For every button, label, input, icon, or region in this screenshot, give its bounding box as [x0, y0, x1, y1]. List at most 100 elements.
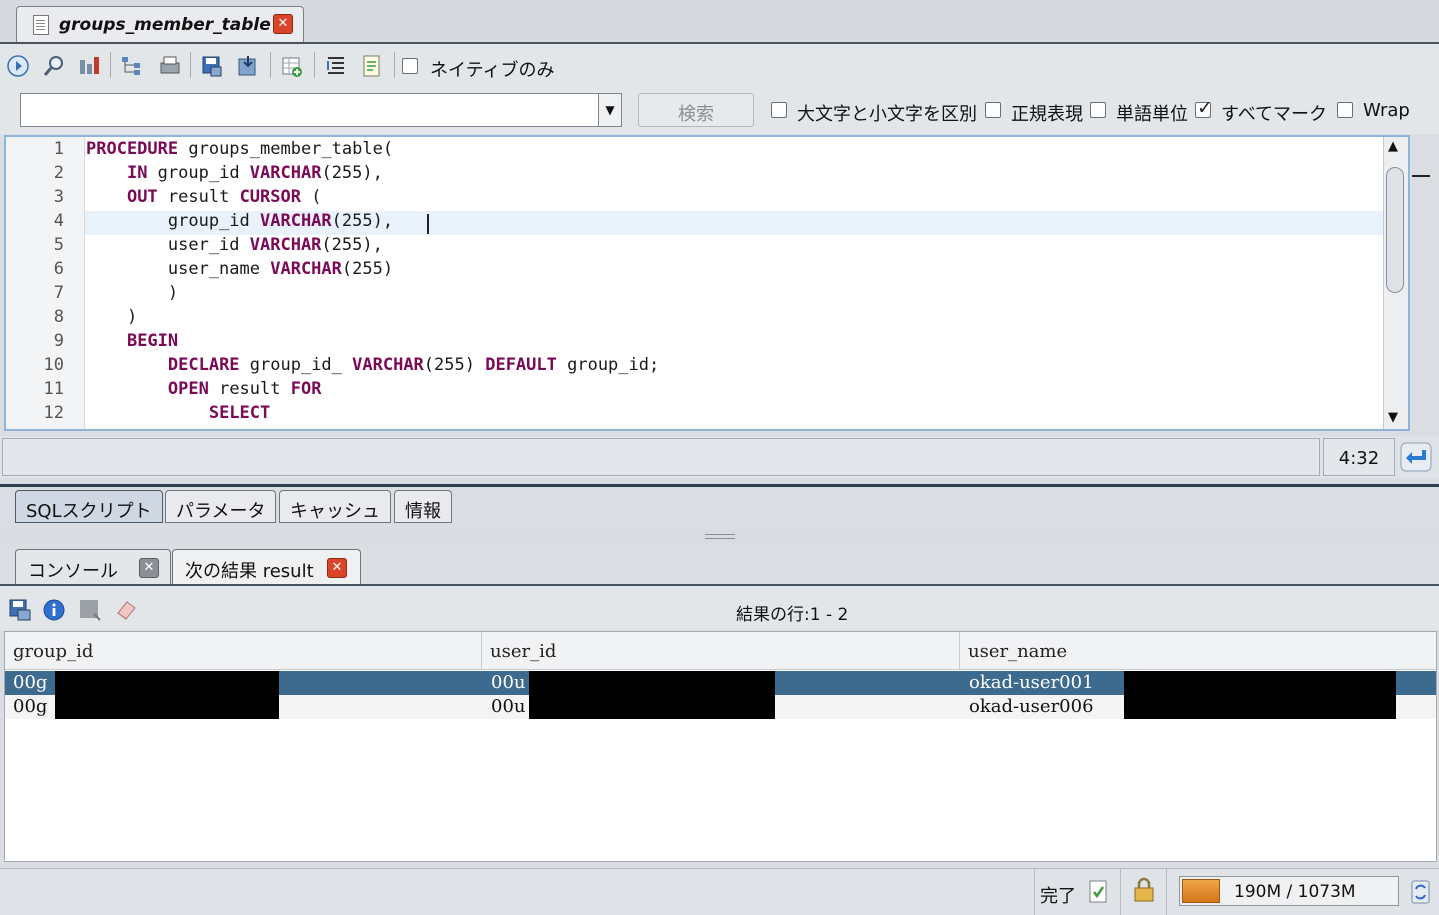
document-icon: [33, 15, 49, 35]
code-text: group_id: [86, 211, 260, 231]
filter-icon[interactable]: [78, 598, 102, 622]
line-number: 11: [43, 379, 64, 399]
table-cell[interactable]: 00g: [13, 696, 47, 717]
status-message-area: [2, 438, 1320, 476]
result-table[interactable]: group_id user_id user_name 00g 00u okad-…: [4, 631, 1437, 862]
tree-icon[interactable]: [120, 54, 144, 78]
sql-keyword: VARCHAR: [249, 163, 322, 183]
code-line[interactable]: OUT result CURSOR (: [86, 187, 322, 207]
table-cell[interactable]: 00u: [491, 672, 526, 693]
add-table-icon[interactable]: [280, 54, 304, 78]
whole-word-checkbox[interactable]: [1090, 102, 1106, 118]
export-icon[interactable]: [236, 54, 260, 78]
native-only-checkbox[interactable]: [402, 58, 418, 74]
code-line[interactable]: user_id VARCHAR(255),: [86, 235, 383, 255]
line-number: 6: [53, 259, 64, 279]
code-line[interactable]: user_name VARCHAR(255): [86, 259, 393, 279]
search-icon[interactable]: [42, 54, 66, 78]
run-icon[interactable]: [6, 54, 30, 78]
column-header[interactable]: user_id: [482, 632, 960, 670]
sql-keyword: IN: [126, 163, 148, 183]
tab-parameters[interactable]: パラメータ: [165, 490, 277, 523]
garbage-collect-icon[interactable]: [1410, 879, 1432, 905]
close-icon[interactable]: ✕: [327, 558, 347, 578]
table-cell[interactable]: okad-user001: [969, 672, 1094, 693]
code-text: result: [208, 379, 291, 399]
document-tab-strip: groups_member_table ✕: [0, 0, 1439, 44]
code-line[interactable]: OPEN result FOR: [86, 379, 322, 399]
vertical-scrollbar[interactable]: ▲ ▼: [1383, 137, 1408, 429]
document-check-icon: [1089, 880, 1107, 903]
sql-keyword: VARCHAR: [260, 211, 332, 231]
document-tab-label: groups_member_table: [59, 15, 271, 35]
memory-used-bar: [1182, 879, 1220, 903]
code-text: (: [300, 187, 322, 207]
wrap-checkbox[interactable]: [1337, 102, 1353, 118]
code-line[interactable]: ): [86, 307, 137, 327]
chevron-down-icon[interactable]: ▼: [598, 94, 621, 126]
tab-cache[interactable]: キャッシュ: [279, 490, 391, 523]
info-icon[interactable]: [42, 598, 66, 622]
tab-sql-script[interactable]: SQLスクリプト: [15, 490, 163, 523]
eraser-icon[interactable]: [114, 598, 138, 622]
line-number: 12: [43, 403, 64, 423]
document-tab[interactable]: groups_member_table ✕: [16, 6, 304, 42]
case-sensitive-checkbox[interactable]: [771, 102, 787, 118]
tab-console[interactable]: コンソール ✕: [15, 549, 171, 585]
mark-all-checkbox[interactable]: ✓: [1195, 97, 1213, 119]
scroll-up-icon[interactable]: ▲: [1388, 139, 1398, 154]
memory-indicator[interactable]: 190M / 1073M: [1179, 876, 1399, 906]
code-text: groups_member_table(: [178, 139, 394, 159]
lock-icon[interactable]: [1132, 877, 1156, 903]
return-icon[interactable]: [1400, 442, 1432, 472]
sql-keyword: PROCEDURE: [86, 139, 179, 159]
tab-info[interactable]: 情報: [394, 490, 452, 523]
code-text: result: [157, 187, 240, 207]
pane-splitter[interactable]: [0, 530, 1439, 542]
save-icon[interactable]: [200, 54, 224, 78]
sql-keyword: VARCHAR: [352, 355, 424, 375]
code-line[interactable]: DECLARE group_id_ VARCHAR(255) DEFAULT g…: [86, 355, 659, 375]
search-button[interactable]: 検索: [638, 93, 754, 127]
result-toolbar: 結果の行:1 - 2: [0, 586, 1439, 630]
code-line[interactable]: BEGIN: [86, 331, 178, 351]
table-row[interactable]: 00g 00u okad-user001: [5, 671, 1436, 695]
scroll-down-icon[interactable]: ▼: [1388, 410, 1398, 425]
redaction-block: [529, 671, 775, 695]
save-icon[interactable]: [8, 598, 32, 622]
code-line[interactable]: ): [86, 283, 178, 303]
column-header[interactable]: user_name: [960, 632, 1436, 670]
mark-all-label: すべてマーク: [1221, 104, 1328, 125]
memory-label: 190M / 1073M: [1234, 882, 1356, 902]
close-icon[interactable]: ✕: [139, 558, 159, 578]
sql-keyword: FOR: [290, 379, 322, 399]
code-text: (255): [423, 355, 486, 375]
close-icon[interactable]: ✕: [273, 14, 293, 34]
document-icon[interactable]: [360, 54, 384, 78]
scrollbar-thumb[interactable]: [1386, 167, 1404, 293]
code-line[interactable]: IN group_id VARCHAR(255),: [86, 163, 383, 183]
search-input[interactable]: ▼: [20, 93, 622, 127]
explain-plan-icon[interactable]: [78, 54, 102, 78]
tab-result[interactable]: 次の結果 result ✕: [172, 549, 361, 585]
sql-editor[interactable]: 1 2 3 4 5 6 7 8 9 10 11 12 PROCEDURE groups_member_…: [4, 135, 1410, 431]
column-header[interactable]: group_id: [5, 632, 482, 670]
splitter-grip[interactable]: [705, 534, 735, 539]
table-cell[interactable]: 00u: [491, 696, 526, 717]
code-text: ): [86, 283, 179, 303]
format-icon[interactable]: [324, 54, 348, 78]
line-number: 5: [53, 235, 64, 255]
table-row[interactable]: 00g 00u okad-user006: [5, 695, 1436, 719]
line-number: 1: [53, 139, 64, 159]
code-line[interactable]: PROCEDURE groups_member_table(: [86, 139, 393, 159]
table-cell[interactable]: okad-user006: [969, 696, 1094, 717]
sql-keyword: DEFAULT: [485, 355, 557, 375]
print-icon[interactable]: [158, 54, 182, 78]
code-line[interactable]: SELECT: [86, 403, 270, 423]
regex-checkbox[interactable]: [985, 102, 1001, 118]
code-line[interactable]: group_id VARCHAR(255),: [86, 211, 403, 231]
table-cell[interactable]: 00g: [13, 672, 47, 693]
